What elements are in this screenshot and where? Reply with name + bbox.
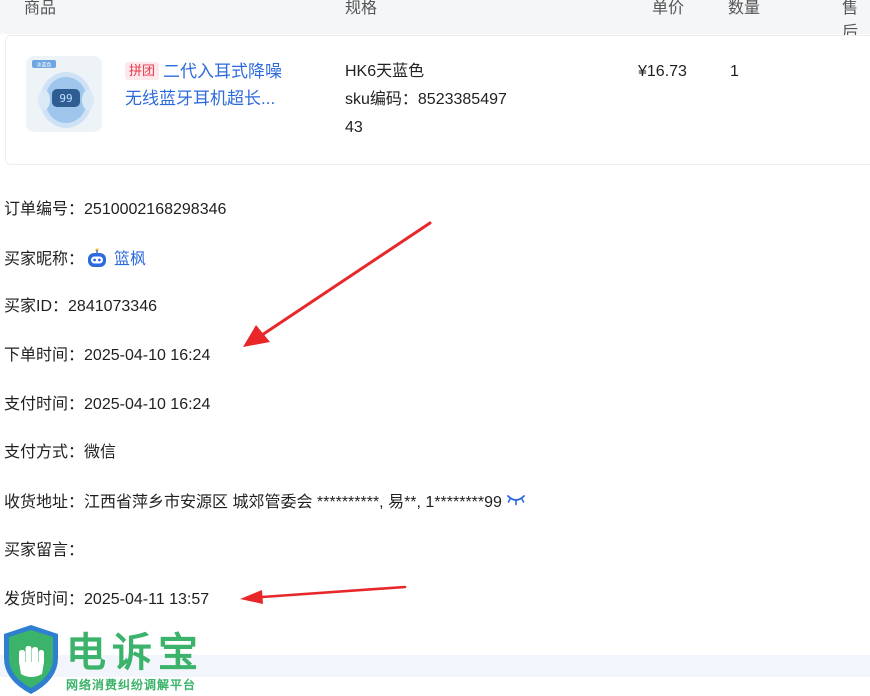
buyer-id-row: 买家ID：2841073346 [4,296,157,318]
sku-code-part1: 8523385497 [417,91,507,108]
spec-name: HK6天蓝色 [345,63,425,80]
eye-closed-icon[interactable] [506,491,526,506]
buyer-note-row: 买家留言： [4,540,84,562]
product-row: 冰蓝色 99 拼团 二代入耳式降噪 无线蓝牙耳机超长... HK6天蓝色 sku编… [5,35,870,165]
product-spec: HK6天蓝色 sku编码：8523385497 43 [345,58,535,142]
product-title[interactable]: 拼团 二代入耳式降噪 无线蓝牙耳机超长... [125,58,310,112]
order-time-label: 下单时间： [4,347,85,364]
buyer-id-label: 买家ID： [4,298,69,315]
header-product: 商品 [24,0,57,17]
product-thumbnail[interactable]: 冰蓝色 99 [26,56,102,132]
ship-time-value: 2025-04-11 13:57 [84,591,210,608]
pay-method-label: 支付方式： [4,444,85,461]
buyer-nickname-row: 买家昵称： 篮枫 [4,247,146,271]
order-time-value: 2025-04-10 16:24 [84,347,211,364]
pay-time-value: 2025-04-10 16:24 [84,396,211,413]
order-number-row: 订单编号：2510002168298346 [4,199,226,221]
earbuds-case-image: 冰蓝色 99 [26,56,102,132]
order-number-value: 2510002168298346 [84,201,227,218]
thumb-display: 99 [59,92,72,105]
product-title-line1[interactable]: 二代入耳式降噪 [163,62,282,81]
address-label: 收货地址： [4,494,85,511]
ship-time-row: 发货时间：2025-04-11 13:57 [4,589,209,611]
unit-price: ¥16.73 [638,63,687,80]
buyer-nickname-label: 买家昵称： [4,251,85,268]
ship-time-label: 发货时间： [4,591,85,608]
pay-time-row: 支付时间：2025-04-10 16:24 [4,394,210,416]
address-row: 收货地址：江西省萍乡市安源区 城郊管委会 **********, 易**, 1*… [4,491,526,514]
buyer-nickname-link[interactable]: 篮枫 [114,251,146,268]
address-value: 江西省萍乡市安源区 城郊管委会 **********, 易**, 1******… [84,494,502,511]
quantity: 1 [730,63,739,80]
header-spec: 规格 [345,0,378,17]
pay-method-value: 微信 [84,444,117,461]
watermark-subtitle: 网络消费纠纷调解平台 [66,678,197,692]
group-buy-tag: 拼团 [125,62,160,80]
header-quantity: 数量 [728,0,761,17]
shield-fist-icon [4,625,58,694]
annotation-arrow-order-time [243,221,432,347]
pay-method-row: 支付方式：微信 [4,442,116,464]
product-title-line2[interactable]: 无线蓝牙耳机超长... [125,89,275,108]
sku-code-part2: 43 [345,119,363,136]
order-time-row: 下单时间：2025-04-10 16:24 [4,345,210,367]
annotation-arrow-ship-time [240,585,407,604]
order-number-label: 订单编号： [4,201,85,218]
pay-time-label: 支付时间： [4,396,85,413]
thumb-badge: 冰蓝色 [36,62,51,69]
header-unit-price: 单价 [652,0,685,17]
order-table-header: 商品 规格 单价 数量 售后 [0,0,870,41]
watermark-logo: 电诉宝 网络消费纠纷调解平台 [0,622,240,696]
watermark-name: 电诉宝 [66,630,204,676]
sku-label: sku编码： [345,91,418,108]
buyer-id-value: 2841073346 [68,298,157,315]
buyer-note-label: 买家留言： [4,542,85,559]
chat-bot-icon[interactable] [86,247,108,269]
